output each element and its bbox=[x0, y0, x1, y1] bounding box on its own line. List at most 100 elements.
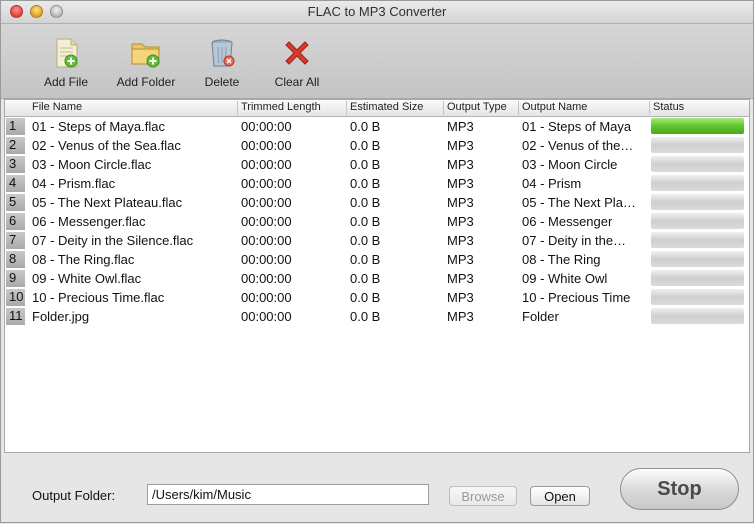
table-row[interactable]: 2 02 - Venus of the Sea.flac 00:00:00 0.0 B… bbox=[5, 136, 749, 155]
app-window: FLAC to MP3 Converter Add File Add Folde… bbox=[0, 0, 754, 523]
trash-icon bbox=[205, 36, 239, 70]
status-progress-bar bbox=[651, 118, 744, 134]
output-folder-input[interactable] bbox=[147, 484, 429, 505]
row-number: 7 bbox=[6, 232, 25, 249]
delete-button[interactable]: Delete bbox=[200, 36, 244, 89]
row-number: 1 bbox=[6, 118, 25, 135]
estimated-size-cell: 0.0 B bbox=[350, 309, 381, 324]
add-folder-button[interactable]: Add Folder bbox=[114, 36, 178, 89]
stop-button[interactable]: Stop bbox=[620, 468, 739, 510]
table-row[interactable]: 11 Folder.jpg 00:00:00 0.0 B MP3 Folder bbox=[5, 307, 749, 326]
add-folder-label: Add Folder bbox=[116, 75, 176, 89]
file-name-cell: 09 - White Owl.flac bbox=[32, 271, 142, 286]
row-number: 5 bbox=[6, 194, 25, 211]
add-file-label: Add File bbox=[43, 75, 89, 89]
file-name-cell: 04 - Prism.flac bbox=[32, 176, 116, 191]
row-number: 8 bbox=[6, 251, 25, 268]
file-name-cell: 01 - Steps of Maya.flac bbox=[32, 119, 165, 134]
output-type-cell: MP3 bbox=[447, 157, 474, 172]
trimmed-length-cell: 00:00:00 bbox=[241, 252, 292, 267]
table-row[interactable]: 7 07 - Deity in the Silence.flac 00:00:00 0… bbox=[5, 231, 749, 250]
output-type-cell: MP3 bbox=[447, 119, 474, 134]
output-type-cell: MP3 bbox=[447, 271, 474, 286]
delete-label: Delete bbox=[204, 75, 240, 89]
column-separator[interactable] bbox=[649, 101, 650, 115]
file-name-cell: 02 - Venus of the Sea.flac bbox=[32, 138, 181, 153]
output-type-cell: MP3 bbox=[447, 309, 474, 324]
estimated-size-cell: 0.0 B bbox=[350, 214, 381, 229]
table-row[interactable]: 10 10 - Precious Time.flac 00:00:00 0.0 B MP… bbox=[5, 288, 749, 307]
column-header-output-name[interactable]: Output Name bbox=[522, 101, 587, 113]
output-name-cell: 05 - The Next Pla… bbox=[522, 195, 636, 210]
table-row[interactable]: 8 08 - The Ring.flac 00:00:00 0.0 B MP3 08 - … bbox=[5, 250, 749, 269]
row-number: 3 bbox=[6, 156, 25, 173]
table-row[interactable]: 4 04 - Prism.flac 00:00:00 0.0 B MP3 04 - Pri… bbox=[5, 174, 749, 193]
trimmed-length-cell: 00:00:00 bbox=[241, 271, 292, 286]
bottom-bar: Output Folder: Browse Open Stop bbox=[1, 454, 753, 524]
document-add-icon bbox=[49, 36, 83, 70]
column-separator[interactable] bbox=[443, 101, 444, 115]
window-title: FLAC to MP3 Converter bbox=[307, 4, 447, 19]
file-name-cell: 06 - Messenger.flac bbox=[32, 214, 146, 229]
output-name-cell: 09 - White Owl bbox=[522, 271, 608, 286]
column-header-estimated-size[interactable]: Estimated Size bbox=[350, 101, 423, 113]
trimmed-length-cell: 00:00:00 bbox=[241, 195, 292, 210]
output-type-cell: MP3 bbox=[447, 195, 474, 210]
column-separator[interactable] bbox=[237, 101, 238, 115]
status-progress-bar bbox=[651, 232, 744, 248]
trimmed-length-cell: 00:00:00 bbox=[241, 233, 292, 248]
column-header-trimmed-length[interactable]: Trimmed Length bbox=[241, 101, 321, 113]
table-row[interactable]: 9 09 - White Owl.flac 00:00:00 0.0 B MP3 09 -… bbox=[5, 269, 749, 288]
browse-button[interactable]: Browse bbox=[449, 486, 517, 506]
status-progress-bar bbox=[651, 137, 744, 153]
output-name-cell: 07 - Deity in the… bbox=[522, 233, 627, 248]
status-progress-bar bbox=[651, 194, 744, 210]
output-name-cell: 08 - The Ring bbox=[522, 252, 601, 267]
status-progress-bar bbox=[651, 251, 744, 267]
table-row[interactable]: 1 01 - Steps of Maya.flac 00:00:00 0.0 B MP3… bbox=[5, 117, 749, 136]
row-number: 9 bbox=[6, 270, 25, 287]
status-progress-bar bbox=[651, 175, 744, 191]
output-type-cell: MP3 bbox=[447, 233, 474, 248]
output-name-cell: 03 - Moon Circle bbox=[522, 157, 618, 172]
column-header-status[interactable]: Status bbox=[653, 101, 684, 113]
output-name-cell: 10 - Precious Time bbox=[522, 290, 631, 305]
estimated-size-cell: 0.0 B bbox=[350, 119, 381, 134]
trimmed-length-cell: 00:00:00 bbox=[241, 214, 292, 229]
column-header-output-type[interactable]: Output Type bbox=[447, 101, 507, 113]
table-row[interactable]: 6 06 - Messenger.flac 00:00:00 0.0 B MP3 06 -… bbox=[5, 212, 749, 231]
output-type-cell: MP3 bbox=[447, 138, 474, 153]
file-name-cell: 03 - Moon Circle.flac bbox=[32, 157, 152, 172]
row-number: 2 bbox=[6, 137, 25, 154]
row-number: 6 bbox=[6, 213, 25, 230]
output-type-cell: MP3 bbox=[447, 176, 474, 191]
estimated-size-cell: 0.0 B bbox=[350, 138, 381, 153]
estimated-size-cell: 0.0 B bbox=[350, 252, 381, 267]
file-table[interactable]: File Name Trimmed Length Estimated Size … bbox=[4, 99, 750, 453]
file-name-cell: 07 - Deity in the Silence.flac bbox=[32, 233, 194, 248]
output-name-cell: Folder bbox=[522, 309, 559, 324]
table-row[interactable]: 3 03 - Moon Circle.flac 00:00:00 0.0 B MP3 03… bbox=[5, 155, 749, 174]
status-progress-bar bbox=[651, 156, 744, 172]
clear-all-label: Clear All bbox=[274, 75, 320, 89]
column-separator[interactable] bbox=[346, 101, 347, 115]
file-name-cell: 05 - The Next Plateau.flac bbox=[32, 195, 183, 210]
estimated-size-cell: 0.0 B bbox=[350, 290, 381, 305]
output-name-cell: 01 - Steps of Maya bbox=[522, 119, 632, 134]
output-name-cell: 06 - Messenger bbox=[522, 214, 613, 229]
column-separator[interactable] bbox=[518, 101, 519, 115]
estimated-size-cell: 0.0 B bbox=[350, 271, 381, 286]
column-header-file-name[interactable]: File Name bbox=[32, 101, 82, 113]
clear-all-button[interactable]: Clear All bbox=[271, 36, 323, 89]
output-name-cell: 04 - Prism bbox=[522, 176, 582, 191]
add-file-button[interactable]: Add File bbox=[41, 36, 91, 89]
output-folder-label: Output Folder: bbox=[32, 488, 116, 503]
status-progress-bar bbox=[651, 213, 744, 229]
toolbar: Add File Add Folder Delete Clear All bbox=[1, 24, 753, 99]
open-button[interactable]: Open bbox=[530, 486, 590, 506]
status-progress-bar bbox=[651, 308, 744, 324]
file-name-cell: 10 - Precious Time.flac bbox=[32, 290, 165, 305]
table-row[interactable]: 5 05 - The Next Plateau.flac 00:00:00 0.0 B… bbox=[5, 193, 749, 212]
file-name-cell: Folder.jpg bbox=[32, 309, 90, 324]
folder-add-icon bbox=[129, 36, 163, 70]
